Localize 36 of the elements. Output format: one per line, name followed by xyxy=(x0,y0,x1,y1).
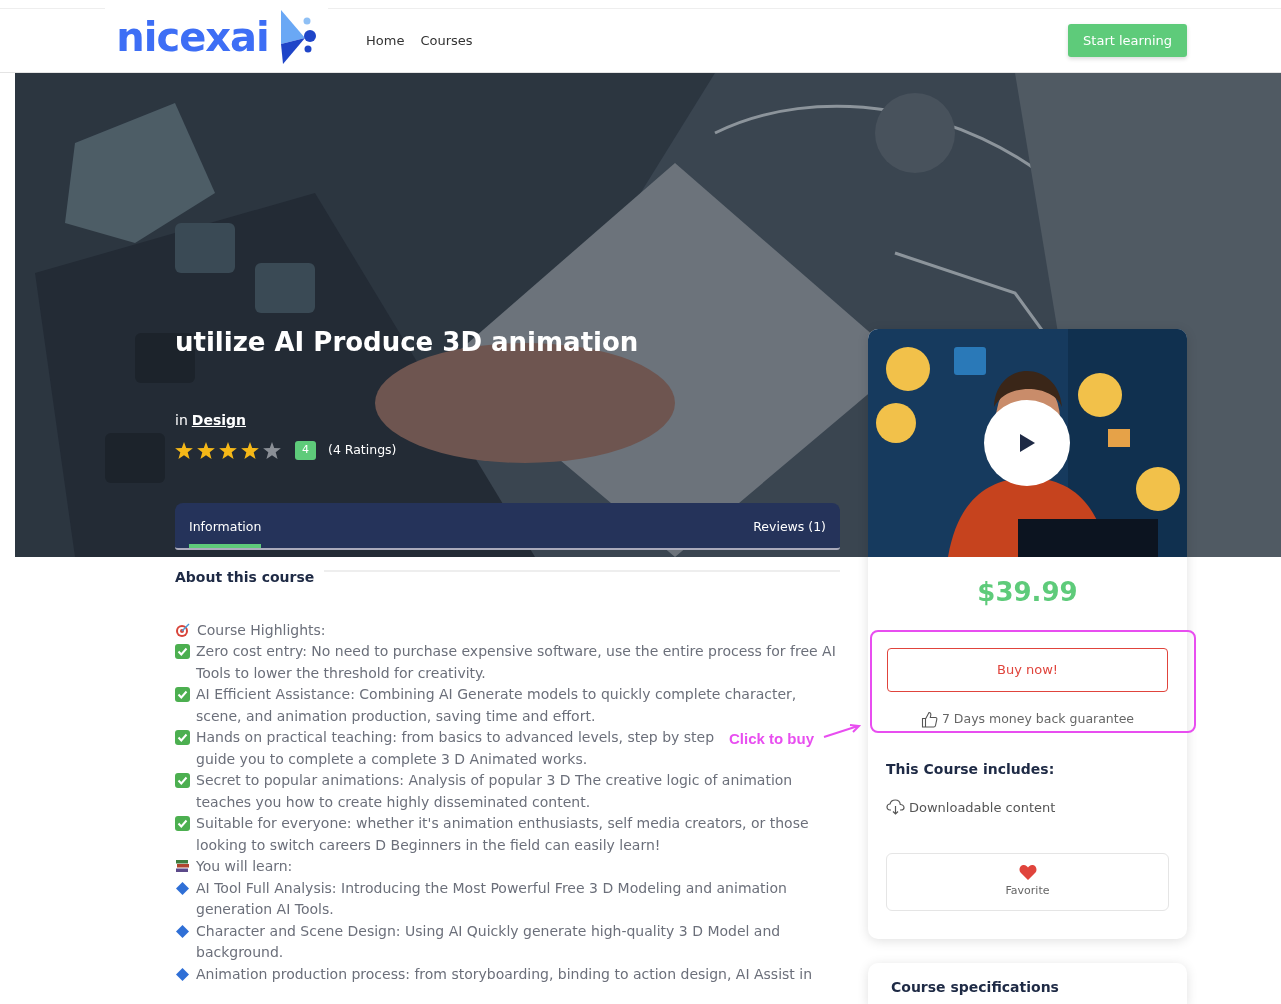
description-text: Hands on practical teaching: from basics to advanced levels, step by step guide you to complete a complete 3 D Animated works. xyxy=(196,728,716,769)
section-heading: About this course xyxy=(175,569,315,586)
description-text: AI Efficient Assistance: Combining AI Generate models to quickly complete character, scene, and animation production, saving time and effort. xyxy=(196,685,798,726)
checkmark-icon xyxy=(175,644,190,660)
description-text: Zero cost entry: No need to purchase expensive software, use the entire process for free AI Tools to lower the threshold for creativity. xyxy=(196,642,837,683)
description-text: Character and Scene Design: Using AI Quickly generate high-quality 3 D Model and background. xyxy=(196,921,782,963)
click-to-buy-note: Click to buy xyxy=(729,728,814,749)
description-text: AI Tool Full Analysis: Introducing the Most Powerful Free 3 D Modeling and animation generation AI Tools. xyxy=(196,878,788,920)
price: $39.99 xyxy=(976,576,1079,609)
books-icon xyxy=(175,859,190,874)
checkmark-icon xyxy=(175,730,190,746)
feature-text: Downloadable content xyxy=(909,798,1056,817)
buy-now-button[interactable]: Buy now! xyxy=(887,648,1168,692)
nav-link[interactable]: Home xyxy=(366,30,405,51)
guarantee-text: 7 Days money back guarantee xyxy=(941,710,1135,728)
cloud-download-icon xyxy=(886,799,905,816)
diamond-icon xyxy=(175,923,190,939)
nav-link[interactable]: Courses xyxy=(420,30,473,51)
diamond-icon xyxy=(175,880,190,896)
thumbs-up-icon xyxy=(920,710,938,728)
checkmark-icon xyxy=(175,773,190,789)
description-text: Suitable for everyone: whether it's animation enthusiasts, self media creators, or those looking to switch careers D Beginners in the field can easily learn! xyxy=(196,814,810,855)
annotation-arrow xyxy=(822,723,862,740)
description-text: You will learn: xyxy=(196,857,293,877)
description-text: Course Highlights: xyxy=(197,620,326,640)
logo-text[interactable]: nicexai xyxy=(116,16,269,57)
section-heading: This Course includes: xyxy=(886,760,1056,778)
checkmark-icon xyxy=(175,816,190,832)
section-heading: Course specifications xyxy=(891,979,1060,996)
diamond-icon xyxy=(175,966,190,982)
heart-icon xyxy=(1018,864,1037,881)
description-text: Animation production process: from storyboarding, binding to action design, AI Assist in xyxy=(196,964,813,984)
description-text: Secret to popular animations: Analysis of popular 3 D The creative logic of animation teaches you how to create highly disseminated content. xyxy=(196,771,794,812)
target-icon xyxy=(175,622,191,637)
checkmark-icon xyxy=(175,687,190,703)
favorite-button[interactable]: Favorite xyxy=(886,853,1169,912)
